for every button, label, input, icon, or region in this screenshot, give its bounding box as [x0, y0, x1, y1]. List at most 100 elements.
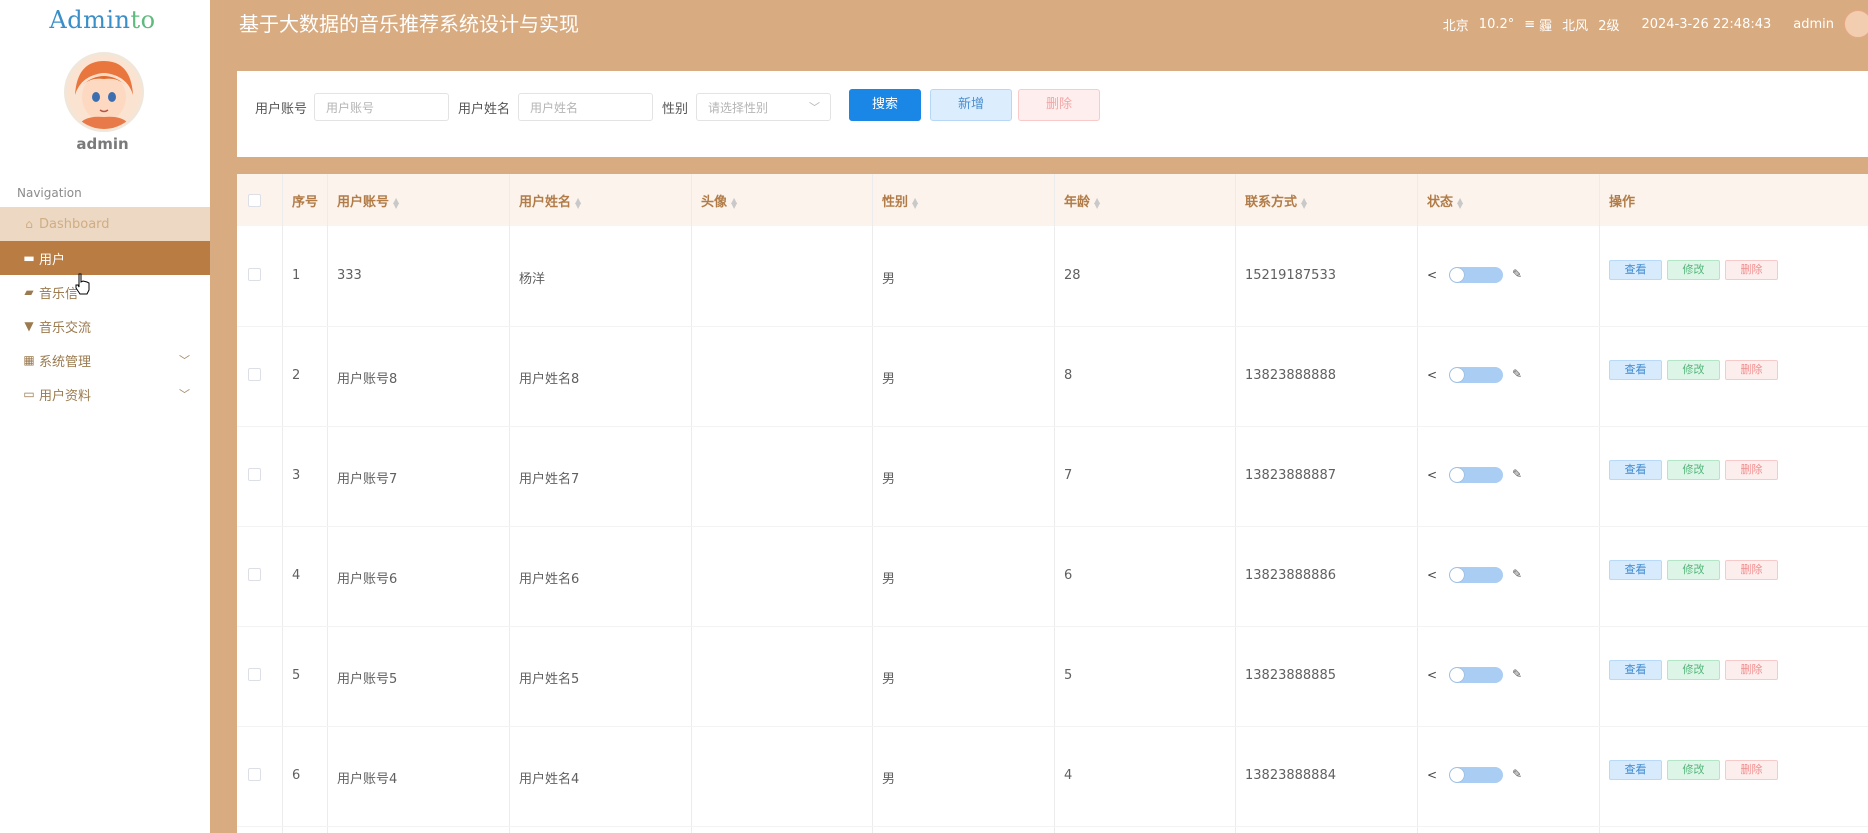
row-checkbox[interactable]: [248, 368, 261, 381]
toggle-knob: [1450, 568, 1464, 582]
share-icon[interactable]: <: [1427, 668, 1437, 682]
row-checkbox[interactable]: [248, 568, 261, 581]
row-checkbox[interactable]: [248, 668, 261, 681]
edit-icon[interactable]: ✎: [1512, 567, 1522, 581]
hand-cursor-icon: [75, 273, 90, 295]
row-checkbox[interactable]: [248, 768, 261, 781]
view-button[interactable]: 查看: [1609, 360, 1662, 380]
sidebar-item-user-profile[interactable]: ▭ 用户资料 ﹀: [0, 377, 210, 411]
sidebar-item-users[interactable]: ▬ 用户: [0, 241, 210, 275]
weather-wind-level: 2级: [1598, 18, 1620, 34]
cell-index: 6: [292, 768, 301, 783]
delete-button[interactable]: 删除: [1725, 360, 1778, 380]
edit-icon[interactable]: ✎: [1512, 367, 1522, 381]
sidebar-item-dashboard[interactable]: ⌂ Dashboard: [0, 207, 210, 241]
share-icon[interactable]: <: [1427, 368, 1437, 382]
cell-name: 用户姓名5: [519, 672, 580, 687]
view-button[interactable]: 查看: [1609, 460, 1662, 480]
share-icon[interactable]: <: [1427, 568, 1437, 582]
avatar[interactable]: [64, 52, 144, 132]
edit-button[interactable]: 修改: [1667, 560, 1720, 580]
share-icon[interactable]: <: [1427, 468, 1437, 482]
home-icon: ⌂: [25, 217, 33, 231]
cell-phone: 13823888885: [1245, 668, 1336, 683]
share-icon[interactable]: <: [1427, 268, 1437, 282]
cell-name: 杨洋: [519, 272, 546, 287]
share-icon[interactable]: <: [1427, 768, 1437, 782]
th-age[interactable]: 年龄 ▲ ▼: [1064, 191, 1100, 210]
th-status[interactable]: 状态 ▲ ▼: [1427, 191, 1463, 210]
cell-phone: 13823888886: [1245, 568, 1336, 583]
sidebar-username: admin: [76, 135, 129, 153]
edit-button[interactable]: 修改: [1667, 260, 1720, 280]
cell-account: 用户账号7: [337, 472, 398, 487]
edit-icon[interactable]: ✎: [1512, 467, 1522, 481]
sidebar: Adminto admin Navigation ⌂ Dashboard ▬ 用户 …: [0, 0, 210, 833]
cell-phone: 13823888888: [1245, 368, 1336, 383]
cell-gender: 男: [882, 372, 896, 387]
sort-icon[interactable]: ▲ ▼: [393, 196, 399, 209]
name-search-input[interactable]: 用户姓名: [518, 93, 653, 121]
view-button[interactable]: 查看: [1609, 660, 1662, 680]
add-button[interactable]: 新增: [930, 89, 1012, 121]
status-toggle[interactable]: [1449, 667, 1503, 683]
delete-button[interactable]: 删除: [1725, 460, 1778, 480]
sort-icon[interactable]: ▲ ▼: [912, 196, 918, 209]
status-toggle[interactable]: [1449, 267, 1503, 283]
sidebar-item-music-info[interactable]: ▰ 音乐信: [0, 275, 210, 309]
sort-icon[interactable]: ▲ ▼: [1301, 196, 1307, 209]
edit-icon[interactable]: ✎: [1512, 767, 1522, 781]
sidebar-item-system-management[interactable]: ▦ 系统管理 ﹀: [0, 343, 210, 377]
batch-delete-button[interactable]: 删除: [1018, 89, 1100, 121]
edit-button[interactable]: 修改: [1667, 760, 1720, 780]
toggle-knob: [1450, 768, 1464, 782]
edit-button[interactable]: 修改: [1667, 360, 1720, 380]
view-button[interactable]: 查看: [1609, 760, 1662, 780]
gender-select[interactable]: 请选择性别 ﹀: [696, 93, 831, 121]
sidebar-item-music-exchange[interactable]: ▼ 音乐交流: [0, 309, 210, 343]
brand-logo[interactable]: Adminto: [0, 6, 205, 34]
th-phone[interactable]: 联系方式 ▲ ▼: [1245, 191, 1307, 210]
edit-icon[interactable]: ✎: [1512, 667, 1522, 681]
delete-button[interactable]: 删除: [1725, 560, 1778, 580]
view-button[interactable]: 查看: [1609, 260, 1662, 280]
pin-icon: ▼: [24, 319, 34, 333]
status-toggle[interactable]: [1449, 367, 1503, 383]
chevron-down-icon: ﹀: [179, 354, 190, 367]
cell-gender: 男: [882, 672, 896, 687]
cell-account: 用户账号8: [337, 372, 398, 387]
account-search-input[interactable]: 用户账号: [314, 93, 449, 121]
delete-button[interactable]: 删除: [1725, 760, 1778, 780]
cell-name: 用户姓名4: [519, 772, 580, 787]
edit-button[interactable]: 修改: [1667, 660, 1720, 680]
header-avatar[interactable]: [1844, 10, 1868, 38]
sort-icon[interactable]: ▲ ▼: [1094, 196, 1100, 209]
view-button[interactable]: 查看: [1609, 560, 1662, 580]
navigation-label: Navigation: [17, 186, 82, 200]
header-username[interactable]: admin: [1793, 17, 1834, 32]
edit-icon[interactable]: ✎: [1512, 267, 1522, 281]
status-toggle[interactable]: [1449, 767, 1503, 783]
edit-button[interactable]: 修改: [1667, 460, 1720, 480]
delete-button[interactable]: 删除: [1725, 660, 1778, 680]
status-toggle[interactable]: [1449, 467, 1503, 483]
th-avatar[interactable]: 头像 ▲ ▼: [701, 191, 737, 210]
row-checkbox[interactable]: [248, 268, 261, 281]
delete-button[interactable]: 删除: [1725, 260, 1778, 280]
sort-icon[interactable]: ▲ ▼: [731, 196, 737, 209]
th-account[interactable]: 用户账号 ▲ ▼: [337, 191, 399, 210]
th-name[interactable]: 用户姓名 ▲ ▼: [519, 191, 581, 210]
status-toggle[interactable]: [1449, 567, 1503, 583]
thumbs-icon: ▰: [24, 285, 34, 299]
weather-wind: 北风: [1562, 18, 1589, 34]
sort-icon[interactable]: ▲ ▼: [1457, 196, 1463, 209]
cell-index: 2: [292, 368, 301, 383]
user-card-icon: ▬: [23, 251, 35, 265]
table-row: 2 用户账号8 用户姓名8 男 8 13823888888 < ✎ 查看 修改 …: [237, 326, 1868, 427]
search-button[interactable]: 搜索: [849, 89, 921, 121]
row-checkbox[interactable]: [248, 468, 261, 481]
cell-account: 用户账号5: [337, 672, 398, 687]
sort-icon[interactable]: ▲ ▼: [575, 196, 581, 209]
select-all-checkbox[interactable]: [248, 194, 261, 207]
th-gender[interactable]: 性别 ▲ ▼: [882, 191, 918, 210]
